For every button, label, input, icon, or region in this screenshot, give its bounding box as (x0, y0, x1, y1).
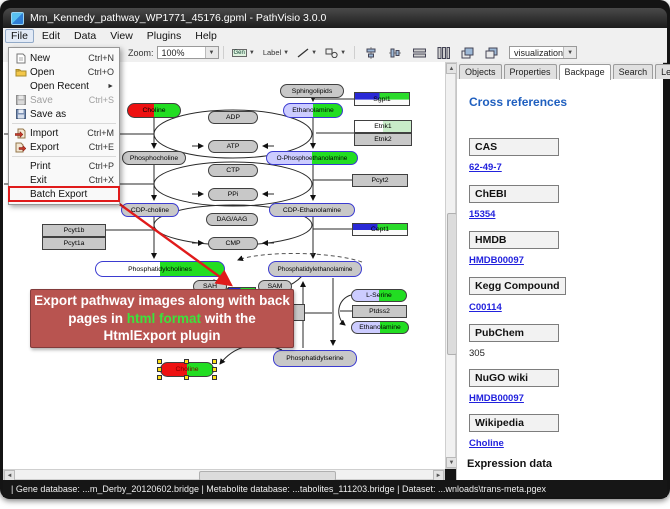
node-phosphatidylethanolamine[interactable]: Phosphatidylethanolamine (268, 261, 362, 277)
highlighted-text: html format (127, 311, 201, 326)
node-pcyt2[interactable]: Pcyt2 (352, 174, 408, 187)
node-phosphatidylcholines[interactable]: Phosphatidylcholines (95, 261, 225, 277)
node-phosphocholine[interactable]: Phosphocholine (122, 151, 186, 165)
selection-handle[interactable] (212, 375, 217, 380)
node-ppi[interactable]: PPi (208, 188, 258, 201)
menu-item-save-as[interactable]: Save as (9, 107, 119, 121)
export-icon (13, 142, 28, 153)
node-cdp-ethanolamine[interactable]: CDP-Ethanolamine (269, 203, 355, 217)
menu-item-import[interactable]: Import Ctrl+M (9, 126, 119, 140)
open-folder-icon (13, 67, 28, 77)
submenu-arrow-icon: ► (107, 83, 114, 90)
menu-item-batch-export[interactable]: Batch Export (9, 187, 119, 201)
selection-handle[interactable] (157, 359, 162, 364)
pathvisio-window: Mm_Kennedy_pathway_WP1771_45176.gpml - P… (0, 0, 670, 509)
save-as-icon (13, 109, 28, 119)
selection-handle[interactable] (157, 375, 162, 380)
node-cdp-choline[interactable]: CDP-choline (121, 203, 179, 217)
node-atp[interactable]: ATP (208, 140, 258, 153)
selection-handle[interactable] (212, 359, 217, 364)
new-document-icon (13, 53, 28, 64)
node-ethanolamine-bottom[interactable]: Ethanolamine (351, 321, 409, 334)
node-ctp[interactable]: CTP (208, 164, 258, 177)
node-ethanolamine-top[interactable]: Ethanolamine (283, 103, 343, 118)
menu-separator (12, 123, 116, 124)
node-etnk1[interactable]: Etnk1 (354, 120, 412, 133)
node-phosphatidylserine[interactable]: Phosphatidylserine (273, 350, 357, 367)
node-choline-top[interactable]: Choline (127, 103, 181, 118)
menu-item-exit[interactable]: Exit Ctrl+X (9, 173, 119, 187)
node-etnk2[interactable]: Etnk2 (354, 133, 412, 146)
import-icon (13, 128, 28, 139)
selected-node-wrapper: Choline (157, 359, 217, 380)
node-sgpl1[interactable]: Sgpl1 (354, 92, 410, 106)
node-ptdss2[interactable]: Ptdss2 (352, 305, 407, 318)
node-pcyt1b[interactable]: Pcyt1b (42, 224, 106, 237)
file-menu: New Ctrl+N Open Ctrl+O Open Recent ► Sav… (8, 47, 120, 205)
menu-item-new[interactable]: New Ctrl+N (9, 51, 119, 65)
node-sphingolipids[interactable]: Sphingolipids (280, 84, 344, 98)
node-l-serine[interactable]: L-Serine (351, 289, 407, 302)
save-icon (13, 95, 28, 105)
node-adp[interactable]: ADP (208, 111, 258, 124)
node-cmp[interactable]: CMP (208, 237, 258, 250)
menu-item-save[interactable]: Save Ctrl+S (9, 93, 119, 107)
node-pcyt1a[interactable]: Pcyt1a (42, 237, 106, 250)
node-o-phosphoethanolamine[interactable]: O-Phosphoethanolamine (266, 151, 358, 165)
menu-item-print[interactable]: Print Ctrl+P (9, 159, 119, 173)
selection-handle[interactable] (184, 359, 189, 364)
node-cept1[interactable]: Cept1 (352, 223, 408, 236)
annotation-callout: Export pathway images along with back pa… (30, 289, 294, 348)
menu-separator (12, 156, 116, 157)
node-dag-aag[interactable]: DAG/AAG (206, 213, 258, 226)
menu-item-export[interactable]: Export Ctrl+E (9, 140, 119, 154)
selection-handle[interactable] (184, 375, 189, 380)
menu-item-open-recent[interactable]: Open Recent ► (9, 79, 119, 93)
menu-item-open[interactable]: Open Ctrl+O (9, 65, 119, 79)
selection-handle[interactable] (157, 367, 162, 372)
selection-handle[interactable] (212, 367, 217, 372)
